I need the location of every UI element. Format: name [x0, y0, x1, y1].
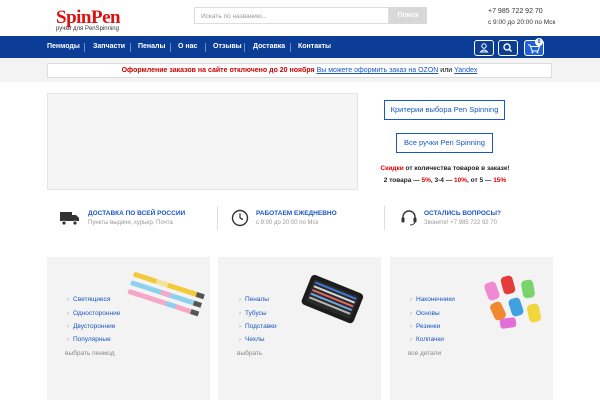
feature-questions-title: ОСТАЛИСЬ ВОПРОСЫ?: [424, 210, 501, 217]
discount-tier-3-label: , от 5 —: [467, 177, 494, 184]
pen-case-image[interactable]: [300, 275, 365, 325]
feature-delivery-title: ДОСТАВКА ПО ВСЕЙ РОССИИ: [88, 210, 186, 217]
card-link[interactable]: › Чехлы: [239, 336, 265, 343]
logo-tagline: ручки для PenSpinning: [56, 26, 119, 32]
promo-banner[interactable]: [47, 93, 358, 190]
search-button[interactable]: Поиск: [389, 7, 427, 24]
card-link[interactable]: › Основы: [410, 310, 440, 317]
search-icon: [503, 43, 513, 53]
search-toggle-button[interactable]: [498, 40, 518, 56]
truck-icon: [60, 212, 79, 226]
card-link[interactable]: › Тубусы: [239, 310, 267, 317]
nav-separator: [84, 43, 85, 52]
nav-item-reviews[interactable]: Отзывы: [213, 43, 242, 50]
chevron-right-icon: ›: [67, 311, 69, 317]
card-footer-link[interactable]: выбрать: [237, 350, 262, 357]
chevron-right-icon: ›: [239, 297, 241, 303]
clock-icon: [231, 209, 249, 227]
user-icon: [479, 43, 489, 53]
card-link[interactable]: › Односторонние: [67, 310, 120, 317]
nav-separator: [290, 43, 291, 52]
grips-image[interactable]: [480, 272, 552, 334]
nav-item-cases[interactable]: Пеналы: [138, 43, 165, 50]
cart-count-badge: 0: [535, 38, 543, 46]
discount-tier-1-value: 5%: [421, 177, 431, 184]
card-footer-link[interactable]: все детали: [408, 350, 441, 357]
all-pens-button[interactable]: Все ручки Pen Spinning: [396, 133, 493, 153]
nav-separator: [130, 43, 131, 52]
nav-item-delivery[interactable]: Доставка: [253, 43, 285, 50]
discount-tier-2-value: 10%: [454, 177, 468, 184]
card-link[interactable]: › Двусторонние: [67, 323, 115, 330]
chevron-right-icon: ›: [410, 324, 412, 330]
chevron-right-icon: ›: [239, 311, 241, 317]
headset-icon: [401, 210, 417, 226]
discount-tier-2-label: , 3-4 —: [430, 177, 455, 184]
notice-banner: Оформление заказов на сайте отключено до…: [47, 63, 552, 78]
yandex-link[interactable]: Yandex: [454, 67, 477, 74]
chevron-right-icon: ›: [67, 324, 69, 330]
feature-hours-text: с 9:00 до 20:00 по Мск: [256, 220, 319, 226]
feature-divider: [384, 206, 385, 230]
chevron-right-icon: ›: [239, 324, 241, 330]
search-input[interactable]: Искать по названию...: [194, 7, 389, 24]
chevron-right-icon: ›: [410, 337, 412, 343]
nav-item-contacts[interactable]: Контакты: [298, 43, 331, 50]
nav-item-about[interactable]: О нас: [178, 43, 197, 50]
nav-item-penmods[interactable]: Пенмоды: [47, 43, 80, 50]
notice-or: или: [440, 67, 453, 74]
chevron-right-icon: ›: [239, 337, 241, 343]
nav-separator: [244, 43, 245, 52]
criteria-button[interactable]: Критерии выбора Pen Spinning: [384, 100, 505, 120]
chevron-right-icon: ›: [67, 297, 69, 303]
feature-divider: [217, 206, 218, 230]
nav-item-parts[interactable]: Запчасти: [93, 43, 125, 50]
discount-tier-1-label: 2 товара —: [383, 177, 422, 184]
header-phone[interactable]: +7 985 722 92 70: [488, 8, 543, 15]
ozon-link[interactable]: Вы можете оформить заказ на OZON: [317, 67, 439, 74]
card-link[interactable]: › Популярные: [67, 336, 111, 343]
chevron-right-icon: ›: [410, 297, 412, 303]
discount-tier-3-value: 15%: [493, 177, 507, 184]
account-button[interactable]: [474, 40, 494, 56]
header-hours: с 9:00 до 20:00 по Мск: [488, 19, 556, 26]
card-link[interactable]: › Светящиеся: [67, 296, 110, 303]
notice-text: Оформление заказов на сайте отключено до…: [121, 67, 315, 74]
card-footer-link[interactable]: выбрать пенмод: [65, 350, 115, 357]
feature-delivery-text: Пункты выдачи, курьер, Почта: [88, 220, 173, 226]
card-link[interactable]: › Наконечники: [410, 296, 455, 303]
discount-title-highlight: Скидки: [380, 165, 404, 172]
discount-title-text: от количества товаров в заказе!: [403, 165, 510, 172]
feature-hours-title: РАБОТАЕМ ЕЖЕДНЕВНО: [256, 210, 337, 217]
pens-image[interactable]: [122, 272, 207, 322]
card-link[interactable]: › Резинки: [410, 323, 440, 330]
discount-tiers: 2 товара — 5%, 3-4 — 10%, от 5 — 15%: [380, 177, 510, 184]
nav-separator: [205, 43, 206, 52]
nav-separator: [170, 43, 171, 52]
discount-title: Скидки от количества товаров в заказе!: [380, 165, 510, 172]
chevron-right-icon: ›: [67, 337, 69, 343]
card-link[interactable]: › Колпачки: [410, 336, 444, 343]
card-link[interactable]: › Подставки: [239, 323, 277, 330]
chevron-right-icon: ›: [410, 311, 412, 317]
feature-questions-text[interactable]: Звоните! +7 985 722 92 70: [424, 220, 497, 226]
card-link[interactable]: › Пеналы: [239, 296, 269, 303]
